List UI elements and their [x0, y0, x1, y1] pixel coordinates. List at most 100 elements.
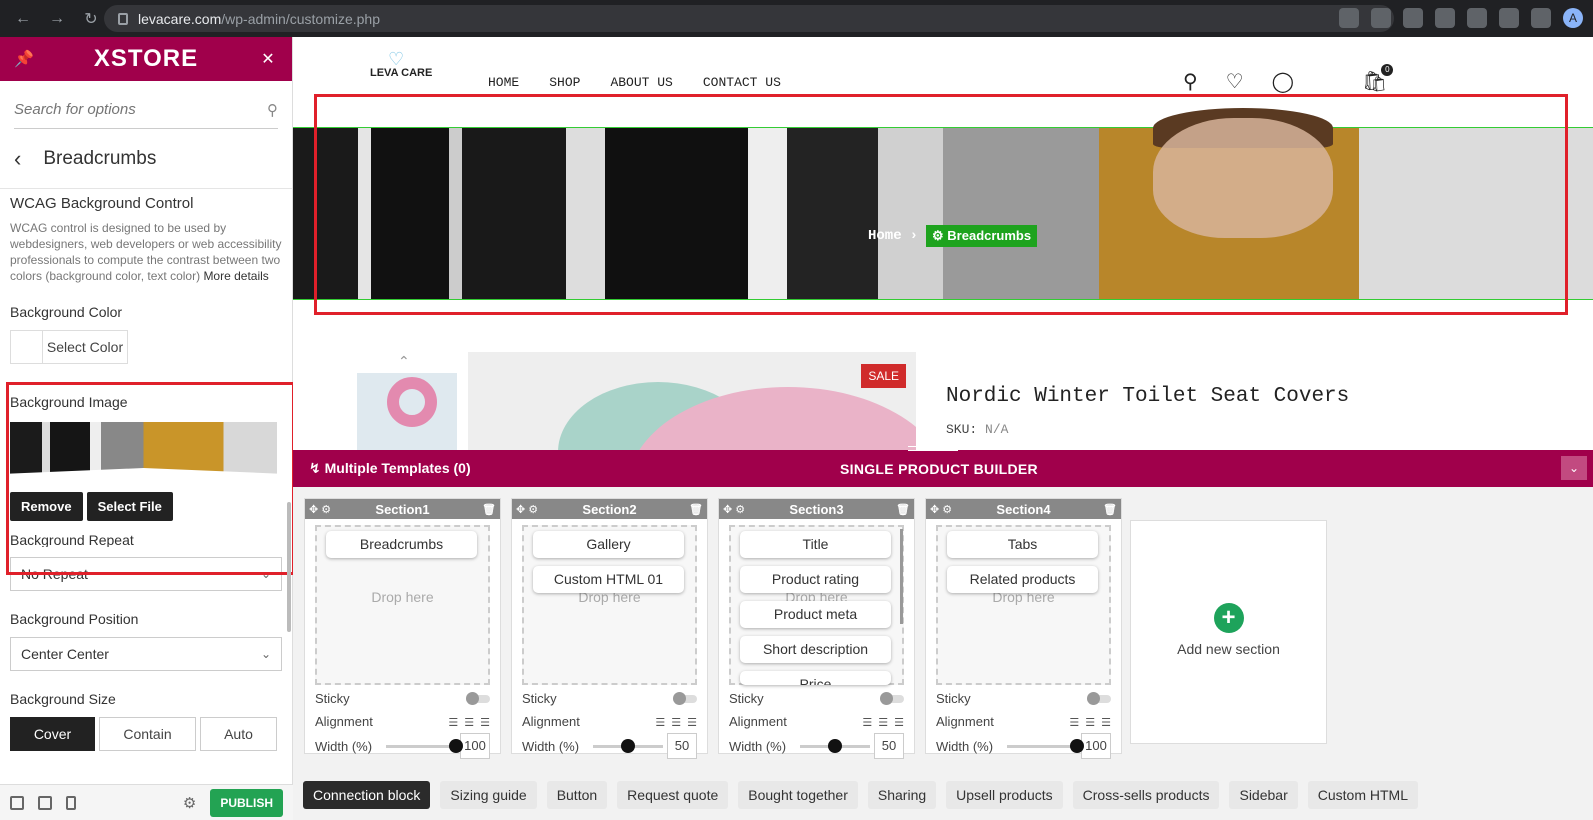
address-bar[interactable]: levacare.com/wp-admin/customize.php [104, 5, 1394, 32]
sticky-toggle[interactable] [466, 691, 490, 705]
width-slider[interactable] [593, 738, 664, 753]
multiple-templates-link[interactable]: ↯ Multiple Templates (0) [309, 460, 471, 477]
site-logo[interactable]: ♡ LEVA CARE [370, 49, 432, 79]
element-chip[interactable]: Sizing guide [440, 781, 537, 809]
select-color-button[interactable]: Select Color [10, 330, 128, 364]
section-header[interactable]: ✥ ⚙ Section2 🗑 [512, 499, 707, 519]
close-icon[interactable]: ✕ [258, 49, 278, 69]
drag-handle[interactable] [908, 446, 958, 451]
block-chip[interactable]: Breadcrumbs [326, 531, 477, 558]
collapse-icon[interactable]: ⌄ [1561, 456, 1587, 480]
trash-icon[interactable]: 🗑 [1103, 503, 1117, 516]
align-center-icon[interactable]: ☰ [671, 717, 681, 729]
element-chip[interactable]: Connection block [303, 781, 431, 809]
nav-contact[interactable]: CONTACT US [703, 75, 781, 90]
back-icon[interactable]: ← [12, 8, 34, 30]
bg-position-select[interactable]: Center Center ⌄ [10, 637, 282, 671]
width-slider[interactable] [1007, 738, 1085, 753]
element-chip[interactable]: Upsell products [946, 781, 1063, 809]
sticky-toggle[interactable] [673, 691, 697, 705]
element-chip[interactable]: Sidebar [1229, 781, 1298, 809]
align-center-icon[interactable]: ☰ [464, 717, 474, 729]
move-gear-icon[interactable]: ✥ ⚙ [723, 503, 745, 516]
extension-icon[interactable] [1435, 8, 1455, 28]
nav-about[interactable]: ABOUT US [610, 75, 672, 90]
move-gear-icon[interactable]: ✥ ⚙ [516, 503, 538, 516]
chevron-up-icon[interactable]: ⌃ [398, 353, 410, 370]
align-right-icon[interactable]: ☰ [1101, 717, 1111, 729]
cart-icon[interactable]: 🛍 0 [1362, 64, 1394, 94]
search-icon[interactable]: ⚲ [1183, 69, 1198, 94]
search-icon[interactable]: ⚲ [267, 101, 278, 119]
element-chip[interactable]: Sharing [867, 781, 937, 809]
desktop-icon[interactable] [10, 795, 24, 810]
align-right-icon[interactable]: ☰ [894, 717, 904, 729]
trash-icon[interactable]: 🗑 [689, 503, 703, 516]
section-scrollbar[interactable] [900, 529, 903, 624]
align-center-icon[interactable]: ☰ [1085, 717, 1095, 729]
block-chip[interactable]: Custom HTML 01 [533, 566, 684, 593]
width-slider[interactable] [386, 738, 464, 753]
align-left-icon[interactable]: ☰ [862, 717, 872, 729]
account-icon[interactable]: ◯ [1272, 69, 1294, 94]
block-chip[interactable]: Tabs [947, 531, 1098, 558]
element-chip[interactable]: Cross-sells products [1072, 781, 1220, 809]
align-center-icon[interactable]: ☰ [878, 717, 888, 729]
sticky-toggle[interactable] [1087, 691, 1111, 705]
search-input[interactable] [14, 101, 234, 118]
heart-icon[interactable]: ♡ [1226, 69, 1244, 94]
bg-size-cover[interactable]: Cover [10, 717, 95, 751]
section-header[interactable]: ✥ ⚙ Section4 🗑 [926, 499, 1121, 519]
align-left-icon[interactable]: ☰ [448, 717, 458, 729]
move-gear-icon[interactable]: ✥ ⚙ [309, 503, 331, 516]
reload-icon[interactable]: ↻ [80, 8, 102, 30]
width-input[interactable]: 50 [874, 733, 904, 759]
sidebar-icon[interactable] [1531, 8, 1551, 28]
element-chip[interactable]: Bought together [738, 781, 858, 809]
trash-icon[interactable]: 🗑 [896, 503, 910, 516]
trash-icon[interactable]: 🗑 [482, 503, 496, 516]
block-chip[interactable]: Gallery [533, 531, 684, 558]
element-chip[interactable]: Custom HTML [1307, 781, 1418, 809]
element-chip[interactable]: Request quote [617, 781, 729, 809]
profile-avatar[interactable]: A [1563, 8, 1583, 28]
align-left-icon[interactable]: ☰ [1069, 717, 1079, 729]
slider-knob[interactable] [449, 738, 464, 753]
extension-icon[interactable] [1467, 8, 1487, 28]
extension-icon[interactable] [1403, 8, 1423, 28]
width-slider[interactable] [800, 738, 871, 753]
share-icon[interactable] [1339, 8, 1359, 28]
forward-icon[interactable]: → [46, 8, 68, 30]
width-input[interactable]: 50 [667, 733, 697, 759]
pin-icon[interactable]: 📌 [14, 49, 34, 69]
align-right-icon[interactable]: ☰ [480, 717, 490, 729]
block-chip[interactable]: Price [740, 671, 891, 685]
slider-knob[interactable] [828, 738, 843, 753]
nav-shop[interactable]: SHOP [549, 75, 580, 90]
slider-knob[interactable] [621, 738, 636, 753]
bg-size-auto[interactable]: Auto [200, 717, 277, 751]
block-chip[interactable]: Short description [740, 636, 891, 663]
more-details-link[interactable]: More details [203, 269, 268, 283]
publish-button[interactable]: PUBLISH [210, 788, 283, 817]
tablet-icon[interactable] [38, 795, 52, 810]
block-chip[interactable]: Product rating [740, 566, 891, 593]
move-gear-icon[interactable]: ✥ ⚙ [930, 503, 952, 516]
block-chip[interactable]: Title [740, 531, 891, 558]
block-chip[interactable]: Product meta [740, 601, 891, 628]
puzzle-icon[interactable] [1499, 8, 1519, 28]
align-left-icon[interactable]: ☰ [655, 717, 665, 729]
section-header[interactable]: ✥ ⚙ Section1 🗑 [305, 499, 500, 519]
width-input[interactable]: 100 [1081, 733, 1111, 759]
product-thumbnail[interactable] [357, 373, 457, 453]
back-arrow-icon[interactable]: ‹ [14, 146, 21, 172]
sticky-toggle[interactable] [880, 691, 904, 705]
nav-home[interactable]: HOME [488, 75, 519, 90]
block-chip[interactable]: Related products [947, 566, 1098, 593]
panel-scrollbar[interactable] [287, 502, 291, 632]
add-new-section[interactable]: + Add new section [1130, 520, 1327, 744]
bookmark-star-icon[interactable] [1371, 8, 1391, 28]
section-header[interactable]: ✥ ⚙ Section3 🗑 [719, 499, 914, 519]
gear-icon[interactable]: ⚙ [183, 794, 196, 812]
align-right-icon[interactable]: ☰ [687, 717, 697, 729]
